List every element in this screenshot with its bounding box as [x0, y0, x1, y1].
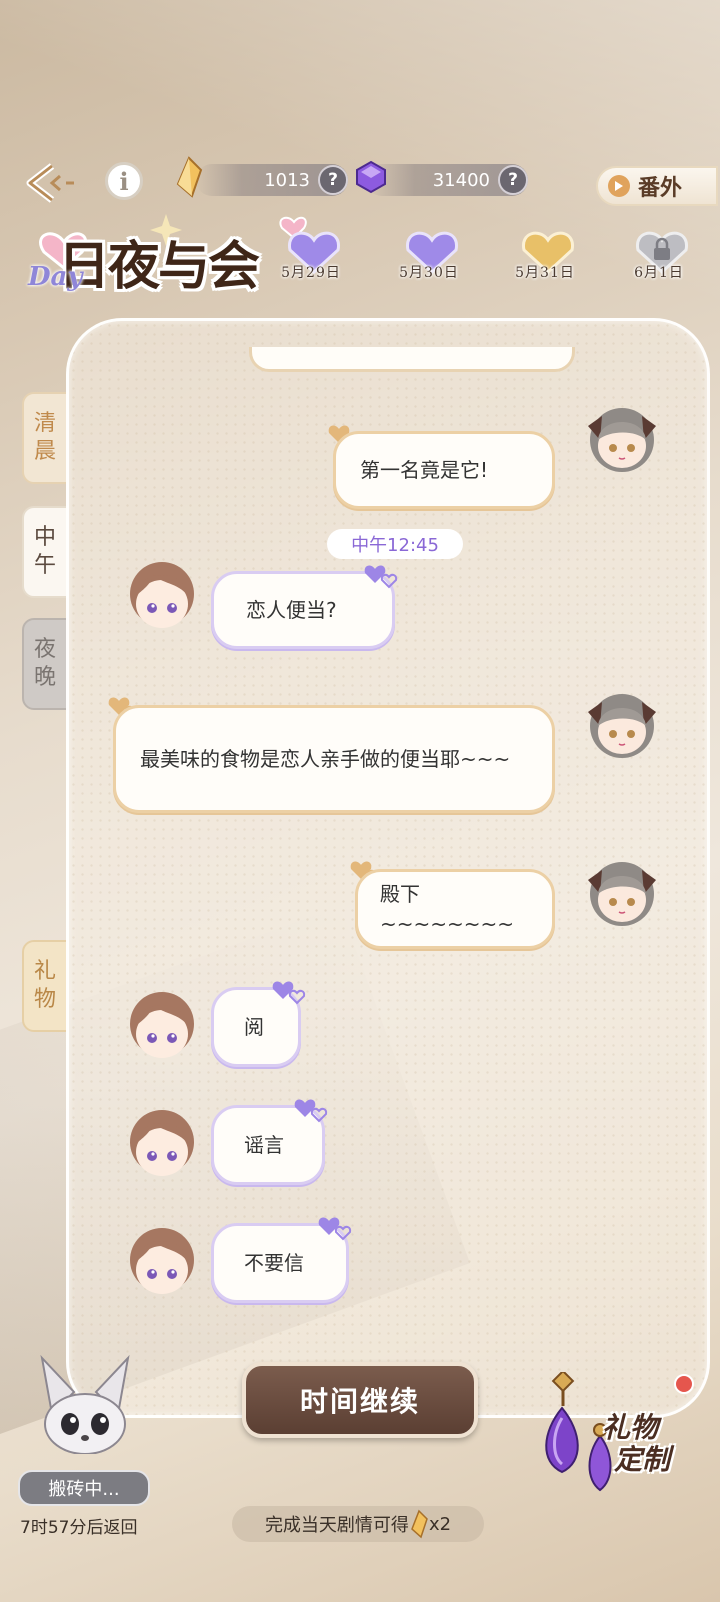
date-label-1: 5月29日	[281, 265, 341, 281]
player-avatar	[588, 408, 656, 472]
purple-currency-value: 31400	[432, 169, 490, 191]
gold-crystal-icon	[176, 156, 203, 198]
date-label-2: 5月30日	[399, 265, 459, 281]
message-text: 恋人便当?	[246, 598, 337, 622]
purple-gem-icon	[356, 160, 386, 194]
partner-avatar	[130, 562, 194, 628]
message-text: 第一名竟是它!	[360, 458, 489, 482]
event-title: 日夜与会	[58, 236, 260, 297]
tab-gift-char-2: 物	[33, 987, 56, 1012]
date-tab-3[interactable]: 5月31日	[490, 228, 600, 288]
previous-message-edge	[249, 347, 575, 372]
gift-custom-line-2: 定制	[614, 1443, 671, 1476]
play-icon	[608, 175, 630, 197]
back-button[interactable]	[22, 158, 82, 208]
tab-noon[interactable]: 中 午	[22, 506, 68, 598]
message-text: 谣言	[244, 1133, 284, 1157]
player-avatar	[588, 694, 656, 758]
continue-time-button[interactable]: 时间继续	[242, 1362, 478, 1438]
reward-count: x2	[428, 1513, 452, 1535]
heart-icon	[272, 981, 306, 1005]
extra-story-label: 番外	[638, 175, 683, 201]
message-text: 不要信	[244, 1251, 304, 1275]
chat-bubble-self: 最美味的食物是恋人亲手做的便当耶~~~	[113, 705, 555, 813]
message-text: 殿下~~~~~~~~	[380, 882, 515, 936]
gift-custom-label[interactable]: 礼物 定制	[602, 1412, 670, 1476]
message-text: 阅	[244, 1015, 264, 1039]
gift-custom-line-1: 礼物	[602, 1411, 659, 1444]
info-button[interactable]: i	[105, 162, 143, 200]
tab-morning-char-1: 清	[33, 411, 56, 436]
date-label-3: 5月31日	[515, 265, 575, 281]
chat-bubble-self: 殿下~~~~~~~~	[355, 869, 555, 949]
partner-avatar	[130, 1110, 194, 1176]
gold-crystal-icon	[411, 1509, 428, 1539]
tab-night-char-2: 晚	[33, 665, 56, 690]
heart-icon	[364, 565, 398, 589]
pet-return-timer: 7时57分后返回	[20, 1518, 138, 1538]
partner-avatar	[130, 1228, 194, 1294]
event-day-tag: Day	[28, 262, 83, 292]
info-icon: i	[119, 166, 129, 196]
date-tab-1[interactable]: 5月29日	[256, 228, 366, 288]
purple-help-button[interactable]: ?	[498, 165, 528, 195]
chat-bubble-self: 第一名竟是它!	[333, 431, 555, 509]
partner-avatar	[130, 992, 194, 1058]
notification-dot	[674, 1374, 694, 1394]
extra-story-button[interactable]: 番外	[596, 166, 718, 206]
date-label-4: 6月1日	[634, 265, 684, 281]
tab-noon-char-1: 中	[33, 525, 56, 550]
tab-night[interactable]: 夜 晚	[22, 618, 68, 710]
pet-status-badge[interactable]: 搬砖中...	[18, 1470, 150, 1506]
tab-morning-char-2: 晨	[33, 439, 56, 464]
tab-morning[interactable]: 清 晨	[22, 392, 68, 484]
fennec-pet-icon[interactable]	[30, 1354, 140, 1454]
tab-noon-char-2: 午	[33, 553, 56, 578]
gold-currency-counter: 1013 ?	[196, 164, 348, 196]
date-tab-4[interactable]: 6月1日	[604, 228, 714, 288]
gold-currency-value: 1013	[264, 169, 310, 191]
date-tab-2[interactable]: 5月30日	[374, 228, 484, 288]
time-marker: 中午12:45	[327, 529, 463, 559]
tab-gift[interactable]: 礼 物	[22, 940, 68, 1032]
reward-text: 完成当天剧情可得	[264, 1515, 409, 1536]
heart-icon	[318, 1217, 352, 1241]
tab-night-char-1: 夜	[33, 637, 56, 662]
tab-gift-char-1: 礼	[33, 959, 56, 984]
heart-icon	[294, 1099, 328, 1123]
gold-help-button[interactable]: ?	[318, 165, 348, 195]
back-icon	[26, 163, 74, 203]
purple-currency-counter: 31400 ?	[366, 164, 528, 196]
player-avatar	[588, 862, 656, 926]
reward-note: 完成当天剧情可得 x2	[232, 1506, 484, 1542]
message-text: 最美味的食物是恋人亲手做的便当耶~~~	[140, 747, 511, 771]
